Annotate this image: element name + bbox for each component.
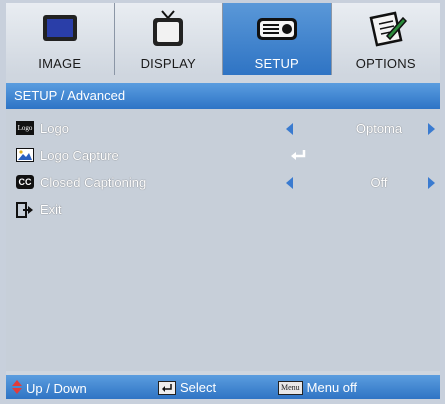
footer-menu-label: Menu off — [306, 380, 358, 395]
arrow-right-icon[interactable] — [428, 123, 435, 135]
cc-icon: CC — [16, 175, 34, 191]
tab-label: DISPLAY — [140, 56, 196, 71]
tab-setup[interactable]: SETUP — [223, 3, 332, 75]
tab-label: SETUP — [254, 56, 299, 71]
menu-item-exit[interactable]: Exit — [6, 198, 440, 222]
arrow-left-icon[interactable] — [286, 177, 293, 189]
enter-key-icon — [158, 380, 176, 395]
arrow-left-icon[interactable] — [286, 123, 293, 135]
tab-options[interactable]: OPTIONS — [331, 3, 441, 75]
menu-item-label: Logo — [40, 121, 69, 136]
footer-updown-label: Up / Down — [26, 381, 87, 396]
menu-list: Logo Logo Optoma Logo Capture CC Closed … — [6, 109, 440, 371]
footer-select-label: Select — [180, 380, 217, 395]
menu-item-closed-captioning[interactable]: CC Closed Captioning Off — [6, 171, 440, 195]
osd-frame: IMAGE DISPLAY SETUP OPTIONS SETUP / Adva… — [0, 0, 445, 404]
tab-display[interactable]: DISPLAY — [114, 3, 223, 75]
updown-arrows-icon — [12, 380, 22, 397]
enter-icon — [290, 148, 306, 167]
menu-item-label: Closed Captioning — [40, 175, 147, 190]
tv-icon — [115, 9, 223, 49]
tab-label: IMAGE — [38, 56, 82, 71]
logo-value: Optoma — [355, 121, 403, 136]
tab-image[interactable]: IMAGE — [6, 3, 115, 75]
notepad-pencil-icon — [332, 9, 441, 49]
monitor-icon — [6, 9, 114, 49]
footer-bar: Up / Down Select Menu Menu off — [6, 375, 440, 399]
footer-updown: Up / Down — [12, 380, 87, 397]
tab-bar: IMAGE DISPLAY SETUP OPTIONS — [6, 3, 440, 75]
tab-label: OPTIONS — [355, 56, 416, 71]
menu-item-logo[interactable]: Logo Logo Optoma — [6, 117, 440, 141]
footer-menu: Menu Menu off — [278, 380, 357, 395]
menu-item-logo-capture[interactable]: Logo Capture — [6, 144, 440, 168]
projector-icon — [223, 9, 331, 49]
footer-select: Select — [158, 380, 216, 395]
image-capture-icon — [16, 148, 34, 164]
osd-menu: IMAGE DISPLAY SETUP OPTIONS SETUP / Adva… — [6, 3, 440, 399]
menu-key-icon: Menu — [278, 380, 303, 395]
closed-captioning-value: Off — [370, 175, 388, 190]
menu-item-label: Logo Capture — [40, 148, 119, 163]
arrow-right-icon[interactable] — [428, 177, 435, 189]
exit-icon — [16, 202, 34, 218]
page-title: SETUP / Advanced — [6, 83, 440, 109]
logo-icon: Logo — [16, 121, 34, 137]
menu-item-label: Exit — [40, 202, 62, 217]
